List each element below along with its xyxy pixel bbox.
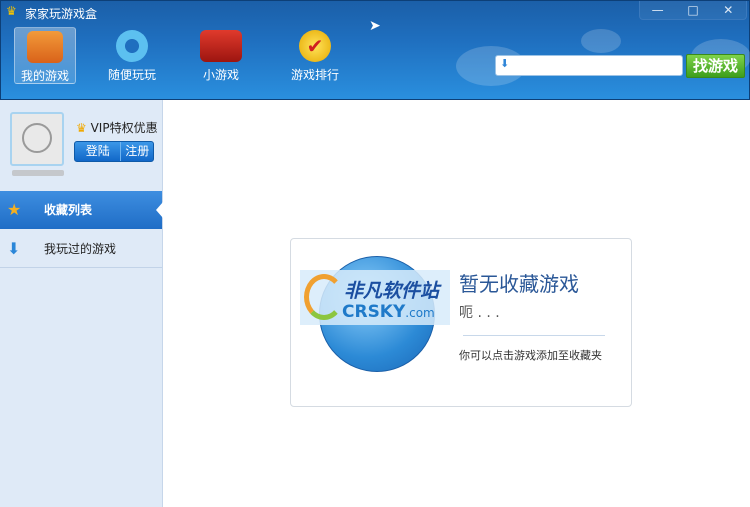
maximize-button[interactable]: □ xyxy=(675,1,710,19)
download-icon: ⬇ xyxy=(500,57,510,70)
auth-buttons: 登陆 注册 xyxy=(74,141,154,162)
empty-title: 暂无收藏游戏 xyxy=(459,272,579,296)
minimize-button[interactable]: — xyxy=(640,1,675,19)
toolbox-icon xyxy=(200,30,242,62)
sidebar: ♛ VIP特权优惠 登陆 注册 ★ 收藏列表 ⬇ 我玩过的游戏 xyxy=(0,100,163,507)
nav-mini-games[interactable]: 小游戏 xyxy=(190,27,252,84)
header: ♛ 家家玩游戏盒 — □ ✕ ➤ 我的游戏 随便玩玩 小游戏 ✔ 游戏排行 ⬇ … xyxy=(0,0,750,100)
crown-icon: ♛ xyxy=(76,121,87,135)
empty-subtitle: 呃 . . . xyxy=(459,305,500,321)
divider xyxy=(463,335,605,336)
empty-hint: 你可以点击游戏添加至收藏夹 xyxy=(459,349,602,362)
arrow-down-icon: ⬇ xyxy=(7,239,21,258)
nav-label: 随便玩玩 xyxy=(107,68,156,82)
nav-label: 我的游戏 xyxy=(20,69,69,83)
nav-label: 游戏排行 xyxy=(290,68,339,82)
star-icon: ★ xyxy=(7,200,22,219)
cloud-decoration xyxy=(581,29,621,53)
watermark-domain: CRSKY.com xyxy=(342,302,435,322)
search-box: ⬇ xyxy=(495,55,683,76)
close-button[interactable]: ✕ xyxy=(711,1,746,19)
find-game-button[interactable]: 找游戏 xyxy=(686,54,745,78)
window-title: 家家玩游戏盒 xyxy=(25,7,98,21)
default-avatar-icon xyxy=(22,123,52,153)
register-button[interactable]: 注册 xyxy=(121,142,153,161)
search-input[interactable] xyxy=(518,58,678,74)
sidebar-item-played[interactable]: ⬇ 我玩过的游戏 xyxy=(0,230,162,268)
avatar[interactable] xyxy=(10,112,64,166)
refresh-icon xyxy=(116,30,148,62)
gamepad-icon xyxy=(27,31,63,63)
vip-link[interactable]: ♛ VIP特权优惠 xyxy=(76,119,158,136)
nav-my-games[interactable]: 我的游戏 xyxy=(14,27,76,84)
watermark-text: 非凡软件站 xyxy=(344,280,440,302)
active-indicator xyxy=(156,202,163,218)
nav-game-ranking[interactable]: ✔ 游戏排行 xyxy=(284,27,346,84)
vip-label: VIP特权优惠 xyxy=(90,121,158,135)
sidebar-item-favorites[interactable]: ★ 收藏列表 xyxy=(0,191,163,229)
nav-label: 小游戏 xyxy=(202,68,239,82)
app-logo-icon: ♛ xyxy=(6,4,17,18)
nav-random-play[interactable]: 随便玩玩 xyxy=(101,27,163,84)
watermark-logo: 非凡软件站 CRSKY.com xyxy=(300,270,450,325)
avatar-reflection xyxy=(12,170,64,176)
window-controls: — □ ✕ xyxy=(639,1,747,20)
empty-state-card: 非凡软件站 CRSKY.com 暂无收藏游戏 呃 . . . 你可以点击游戏添加… xyxy=(290,238,632,407)
sidebar-item-label: 我玩过的游戏 xyxy=(44,242,117,256)
login-button[interactable]: 登陆 xyxy=(75,142,122,161)
sidebar-item-label: 收藏列表 xyxy=(44,203,93,217)
mouse-cursor-icon: ➤ xyxy=(369,18,381,34)
medal-icon: ✔ xyxy=(299,30,331,62)
